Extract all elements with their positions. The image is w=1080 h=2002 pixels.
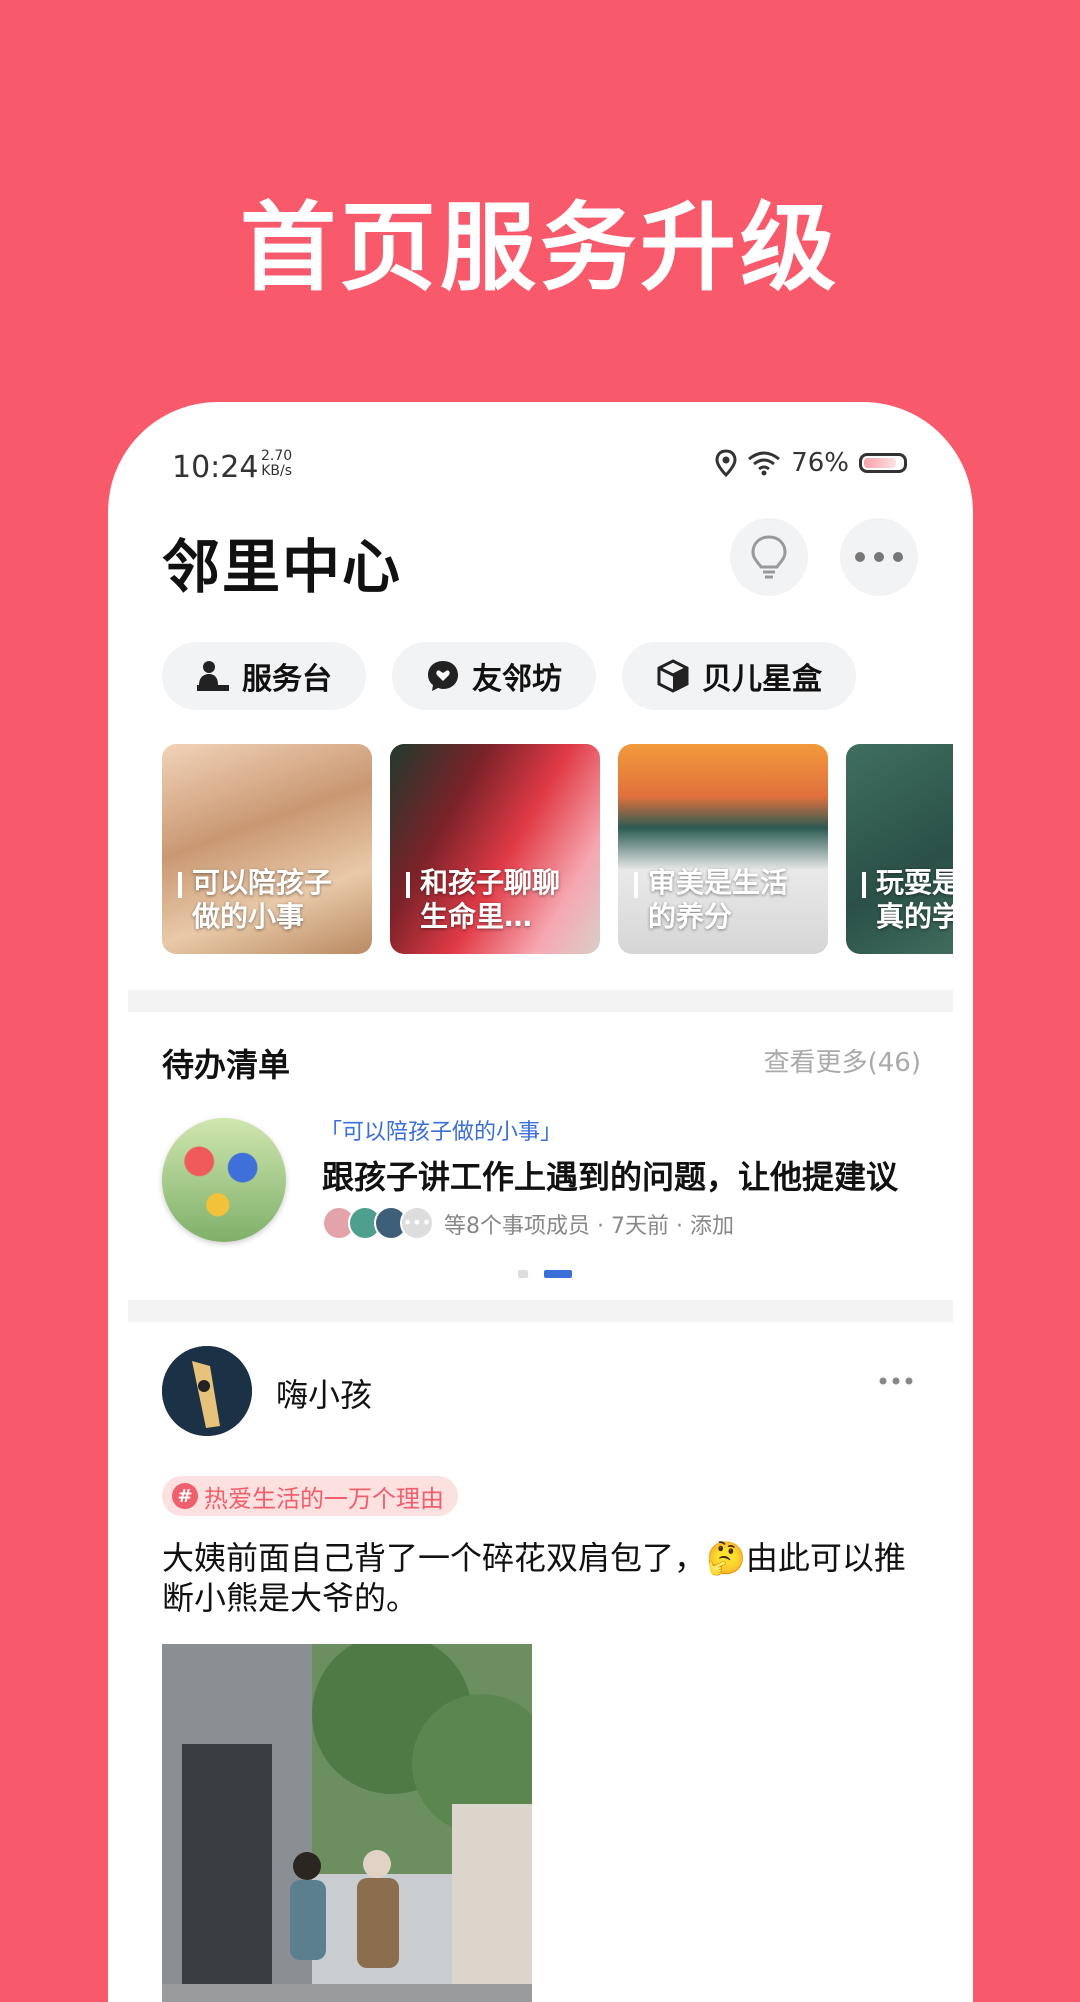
pager-dot-active — [544, 1270, 572, 1278]
avatar-image — [162, 1346, 252, 1436]
post-image[interactable] — [162, 1644, 532, 2002]
card-title-line1: 可以陪孩子 — [192, 866, 333, 899]
todo-thumbnail[interactable] — [162, 1118, 286, 1242]
card-title-line2: 的养分 — [648, 900, 733, 933]
topic-card[interactable]: 可以陪孩子 做的小事 — [162, 744, 372, 954]
author-avatar[interactable] — [162, 1346, 252, 1436]
more-options-button[interactable] — [840, 518, 918, 596]
todo-item-title[interactable]: 跟孩子讲工作上遇到的问题，让他提建议 — [322, 1152, 898, 1198]
hashtag-icon: # — [172, 1483, 198, 1509]
battery-percent: 76% — [791, 448, 849, 478]
topic-label: 热爱生活的一万个理由 — [204, 1484, 444, 1513]
chip-service-desk[interactable]: 服务台 — [162, 642, 366, 710]
section-divider — [128, 990, 953, 1012]
status-time: 10:24 — [172, 450, 259, 485]
section-divider — [128, 1300, 953, 1322]
app-screen: 10:24 2.70 KB/s 76% 邻里中心 服务台 友邻坊 贝儿星盒 可以… — [128, 420, 953, 2002]
post-more-button[interactable] — [879, 1370, 913, 1389]
street-photo — [162, 1644, 532, 2002]
page-title: 邻里中心 — [162, 533, 403, 601]
member-avatars: ••• — [322, 1206, 434, 1240]
card-title-line1: 审美是生活 — [648, 866, 789, 899]
more-members-icon: ••• — [400, 1206, 434, 1240]
card-title-line2: 做的小事 — [192, 900, 305, 933]
chip-star-box[interactable]: 贝儿星盒 — [622, 642, 856, 710]
topic-card[interactable]: 和孩子聊聊 生命里… — [390, 744, 600, 954]
quick-entry-chips: 服务台 友邻坊 贝儿星盒 — [162, 642, 856, 710]
post-body: 大姨前面自己背了一个碎花双肩包了，🤔由此可以推断小熊是大爷的。 — [162, 1538, 922, 1618]
desk-icon — [197, 661, 229, 691]
topic-card[interactable]: 审美是生活 的养分 — [618, 744, 828, 954]
network-speed-value: 2.70 — [261, 448, 293, 464]
box-icon — [657, 659, 689, 693]
chip-label: 贝儿星盒 — [702, 662, 822, 697]
more-dots-icon — [879, 1377, 913, 1385]
chip-label: 友邻坊 — [472, 662, 562, 697]
pager-dot — [518, 1270, 528, 1278]
pager-dots — [518, 1270, 572, 1278]
phone-frame: 10:24 2.70 KB/s 76% 邻里中心 服务台 友邻坊 贝儿星盒 可以… — [108, 402, 973, 2002]
card-title-line1: 玩耍是 — [876, 866, 953, 899]
todo-tag: 「可以陪孩子做的小事」 — [320, 1120, 563, 1145]
wifi-icon — [748, 451, 781, 476]
location-icon — [715, 449, 737, 477]
topic-cards: 可以陪孩子 做的小事 和孩子聊聊 生命里… 审美是生活 的养分 玩耍是 真的学 — [162, 744, 953, 954]
card-title-line2: 真的学 — [876, 900, 953, 933]
chip-neighbors[interactable]: 友邻坊 — [392, 642, 596, 710]
todo-section-title: 待办清单 — [162, 1046, 291, 1084]
topic-card[interactable]: 玩耍是 真的学 — [846, 744, 953, 954]
topic-tag[interactable]: # 热爱生活的一万个理由 — [162, 1476, 458, 1516]
thinking-emoji-icon: 🤔 — [706, 1539, 746, 1577]
todo-view-more-link[interactable]: 查看更多(46) — [764, 1042, 921, 1079]
network-speed-unit: KB/s — [261, 463, 292, 479]
network-speed: 2.70 KB/s — [261, 449, 292, 479]
todo-meta: 等8个事项成员 · 7天前 · 添加 — [444, 1214, 734, 1239]
post-text-part1: 大姨前面自己背了一个碎花双肩包了， — [162, 1539, 707, 1577]
banner-title: 首页服务升级 — [240, 192, 840, 304]
more-dots-icon — [855, 552, 903, 562]
lightbulb-button[interactable] — [730, 518, 808, 596]
chat-bubble-icon — [428, 661, 458, 691]
status-bar: 10:24 2.70 KB/s 76% — [128, 446, 953, 486]
chip-label: 服务台 — [242, 662, 332, 697]
card-title-line1: 和孩子聊聊 — [420, 866, 561, 899]
lightbulb-icon — [751, 535, 787, 579]
author-name[interactable]: 嗨小孩 — [276, 1370, 372, 1416]
card-title-line2: 生命里… — [420, 900, 533, 933]
battery-icon — [859, 453, 907, 473]
